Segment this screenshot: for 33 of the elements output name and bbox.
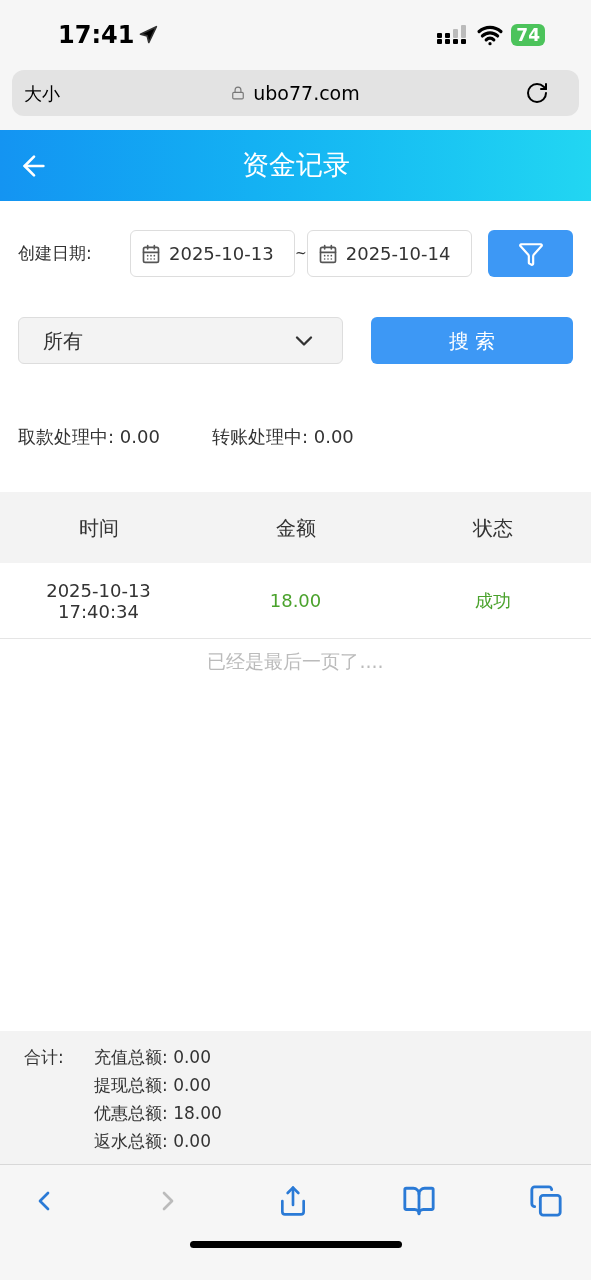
page-title: 资金记录	[241, 148, 350, 183]
end-of-list-note: 已经是最后一页了....	[206, 649, 385, 674]
amount-cell-text: 18.00	[268, 589, 323, 613]
address-bar[interactable]: 大小 ubo77.com	[12, 70, 579, 116]
total-amount: 返水总额: 0.00	[94, 1130, 212, 1153]
date-separator: ~	[295, 244, 307, 263]
location-icon	[138, 24, 159, 45]
start-date-field[interactable]: 2025-10-13	[130, 230, 295, 277]
total-amount: 优惠总额: 18.00	[94, 1102, 222, 1125]
tabs-icon[interactable]	[529, 1184, 563, 1218]
end-date-field[interactable]: 2025-10-14	[306, 230, 472, 277]
time-cell-text: 2025-10-13 17:40:34	[45, 579, 152, 622]
bookmarks-icon[interactable]	[400, 1184, 437, 1218]
text-size-button[interactable]: 大小	[24, 79, 84, 107]
calendar-icon	[317, 243, 338, 264]
column-header: 时间	[77, 514, 120, 542]
lock-icon	[231, 86, 246, 100]
pending-amount: 转账处理中: 0.00	[211, 425, 354, 449]
total-amount: 提现总额: 0.00	[94, 1074, 212, 1097]
battery-indicator: 74	[511, 23, 545, 46]
totals-label: 合计:	[24, 1046, 65, 1069]
column-header: 状态	[471, 514, 514, 542]
filter-icon	[517, 240, 544, 267]
total-amount: 充值总额: 0.00	[94, 1046, 212, 1069]
pending-amount: 取款处理中: 0.00	[18, 425, 160, 449]
calendar-icon	[141, 243, 161, 264]
status-time: 17:41	[58, 19, 135, 51]
type-select[interactable]: 所有	[18, 317, 343, 364]
url-text: ubo77.com	[253, 80, 360, 106]
column-header: 金额	[274, 514, 317, 542]
filter-button[interactable]	[488, 230, 573, 277]
date-label: 创建日期:	[18, 241, 93, 265]
status-cell-text: 成功	[473, 589, 512, 613]
